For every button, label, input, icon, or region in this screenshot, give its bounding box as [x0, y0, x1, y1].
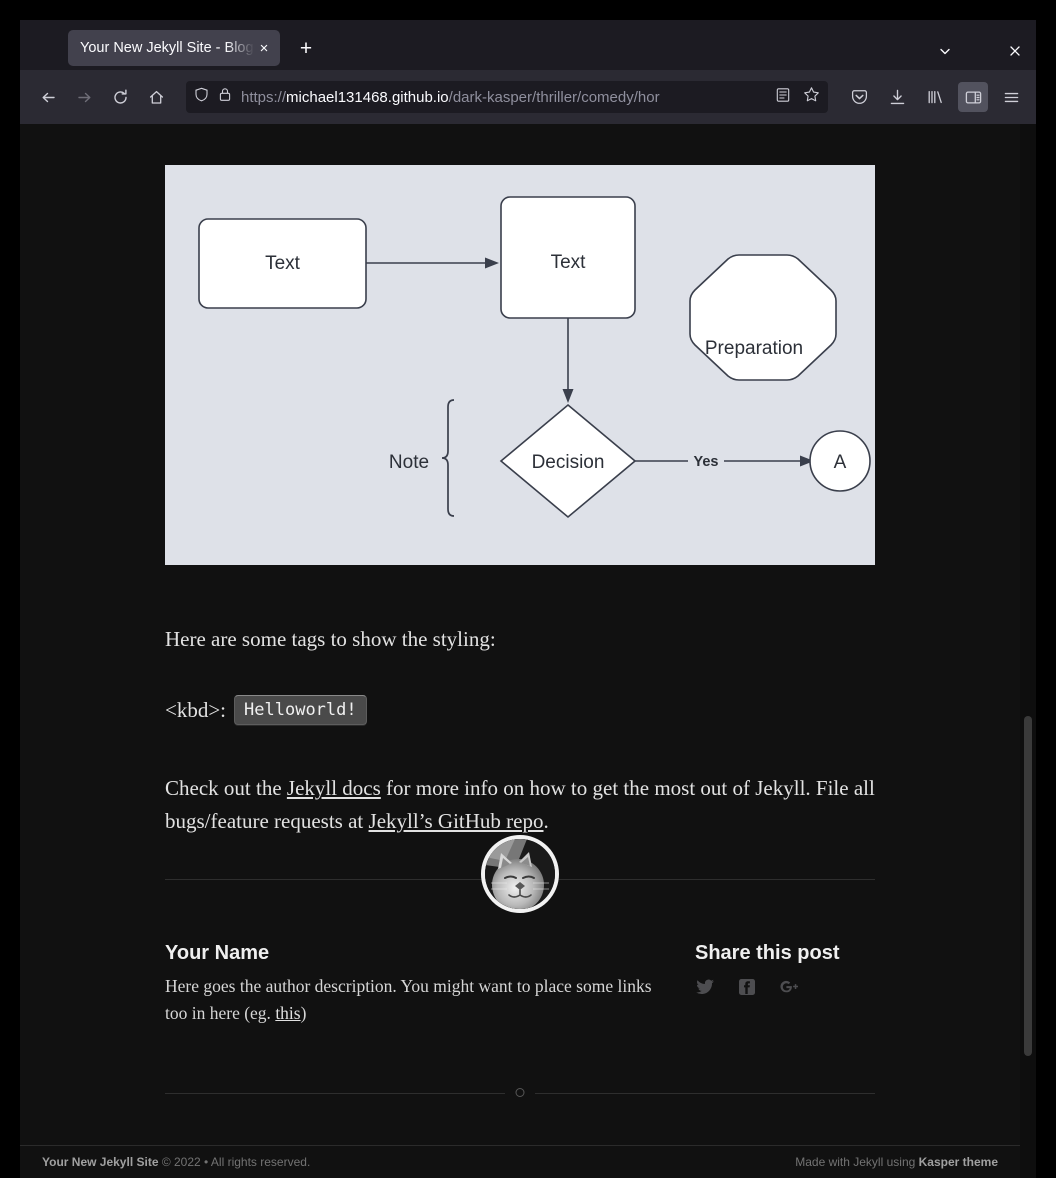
footer-made-with: Made with Jekyll using: [795, 1155, 919, 1169]
footer-site-name[interactable]: Your New Jekyll Site: [42, 1155, 159, 1169]
tab-strip: Your New Jekyll Site - Bloggi × +: [20, 20, 1036, 70]
divider-dot: [515, 1088, 525, 1098]
flowchart-diagram: Text Text Preparation Decision Yes A Not…: [165, 165, 875, 565]
bottom-divider: [165, 1083, 875, 1103]
scrollbar-thumb[interactable]: [1024, 716, 1032, 1056]
kbd-label: <kbd>:: [165, 697, 227, 722]
flowchart-svg: Text Text Preparation Decision Yes A Not…: [198, 196, 871, 519]
edge-yes-label: Yes: [694, 454, 719, 470]
jekyll-github-repo-link[interactable]: Jekyll’s GitHub repo: [369, 809, 544, 833]
page-scrollbar[interactable]: [1020, 124, 1036, 1178]
kbd-demo-line: <kbd>: Helloworld!: [165, 694, 875, 727]
node-n1-label: Text: [265, 253, 301, 274]
node-n6-label: Note: [389, 452, 429, 473]
urlbar-identity: [194, 87, 232, 107]
tab-title: Your New Jekyll Site - Bloggi: [80, 40, 258, 56]
twitter-icon[interactable]: [695, 977, 715, 1002]
kbd-element: Helloworld!: [234, 694, 367, 725]
post-footer: Your Name Here goes the author descripti…: [165, 835, 875, 1027]
edge-arrow-1: [485, 257, 499, 269]
window-close-icon[interactable]: [1002, 38, 1028, 64]
cat-avatar: [481, 835, 559, 914]
node-n5: A: [809, 430, 871, 492]
divider-line-left: [165, 1093, 505, 1095]
author-bio-prefix: Here goes the author description. You mi…: [165, 976, 652, 1024]
node-n2-label: Text: [551, 252, 587, 273]
pocket-icon[interactable]: [844, 82, 874, 112]
tab-close-icon[interactable]: ×: [255, 39, 273, 57]
node-n3-label: Preparation: [705, 338, 803, 359]
site-footer: Your New Jekyll Site © 2022 • All rights…: [20, 1145, 1020, 1178]
author-column: Your Name Here goes the author descripti…: [165, 942, 695, 1027]
share-title: Share this post: [695, 942, 840, 965]
node-n1: Text: [198, 218, 367, 309]
author-bio-link[interactable]: this: [275, 1003, 300, 1023]
post-content: Text Text Preparation Decision Yes A Not…: [165, 124, 875, 1103]
check-out-prefix: Check out the: [165, 776, 287, 801]
forward-button[interactable]: [67, 81, 101, 113]
node-n3: Preparation: [689, 254, 837, 381]
sidebar-icon[interactable]: [958, 82, 988, 112]
node-n2: Text: [500, 196, 636, 319]
tags-intro-text: Here are some tags to show the styling:: [165, 627, 496, 651]
browser-actions: [838, 82, 1026, 112]
share-column: Share this post: [695, 942, 875, 1027]
lock-icon[interactable]: [218, 87, 232, 107]
footer-credit: Made with Jekyll using Kasper theme: [795, 1155, 998, 1169]
check-out-suffix: .: [543, 808, 549, 833]
reload-button[interactable]: [103, 81, 137, 113]
share-icons: [695, 977, 875, 1002]
web-page: Text Text Preparation Decision Yes A Not…: [20, 124, 1020, 1178]
node-n4-label: Decision: [532, 452, 605, 473]
chevron-down-icon[interactable]: [932, 38, 958, 64]
download-icon[interactable]: [882, 82, 912, 112]
urlbar-actions: [769, 86, 820, 108]
divider-line-right: [535, 1093, 875, 1095]
browser-window: Your New Jekyll Site - Bloggi × + https:…: [20, 20, 1036, 1178]
footer-copyright: Your New Jekyll Site © 2022 • All rights…: [42, 1155, 795, 1169]
page-viewport: Text Text Preparation Decision Yes A Not…: [20, 124, 1036, 1178]
author-name: Your Name: [165, 942, 270, 965]
new-tab-button[interactable]: +: [292, 34, 320, 62]
shield-icon[interactable]: [194, 87, 209, 107]
node-n4: Decision: [499, 403, 637, 519]
library-icon[interactable]: [920, 82, 950, 112]
check-out-paragraph: Check out the Jekyll docs for more info …: [165, 772, 875, 837]
hamburger-menu-icon[interactable]: [996, 82, 1026, 112]
footer-theme-link[interactable]: Kasper theme: [919, 1155, 998, 1169]
facebook-icon[interactable]: [737, 977, 757, 1002]
url-text[interactable]: https://michael131468.github.io/dark-kas…: [241, 89, 769, 106]
url-bar[interactable]: https://michael131468.github.io/dark-kas…: [186, 81, 828, 113]
back-button[interactable]: [31, 81, 65, 113]
reader-view-icon[interactable]: [775, 87, 791, 108]
window-controls: [932, 38, 1028, 64]
edge-arrow-2: [562, 389, 574, 403]
author-bio-suffix: ): [300, 1003, 307, 1024]
browser-tab[interactable]: Your New Jekyll Site - Bloggi ×: [68, 30, 280, 66]
author-bio: Here goes the author description. You mi…: [165, 973, 665, 1027]
note-brace: [441, 399, 455, 517]
edge-label-yes: Yes: [688, 451, 724, 470]
footer-copyright-text: © 2022 • All rights reserved.: [158, 1155, 311, 1169]
home-button[interactable]: [139, 81, 173, 113]
google-plus-icon[interactable]: [779, 977, 799, 1002]
navigation-toolbar: https://michael131468.github.io/dark-kas…: [20, 70, 1036, 124]
node-n5-label: A: [834, 452, 847, 473]
star-icon[interactable]: [803, 86, 820, 108]
jekyll-docs-link[interactable]: Jekyll docs: [287, 776, 381, 800]
